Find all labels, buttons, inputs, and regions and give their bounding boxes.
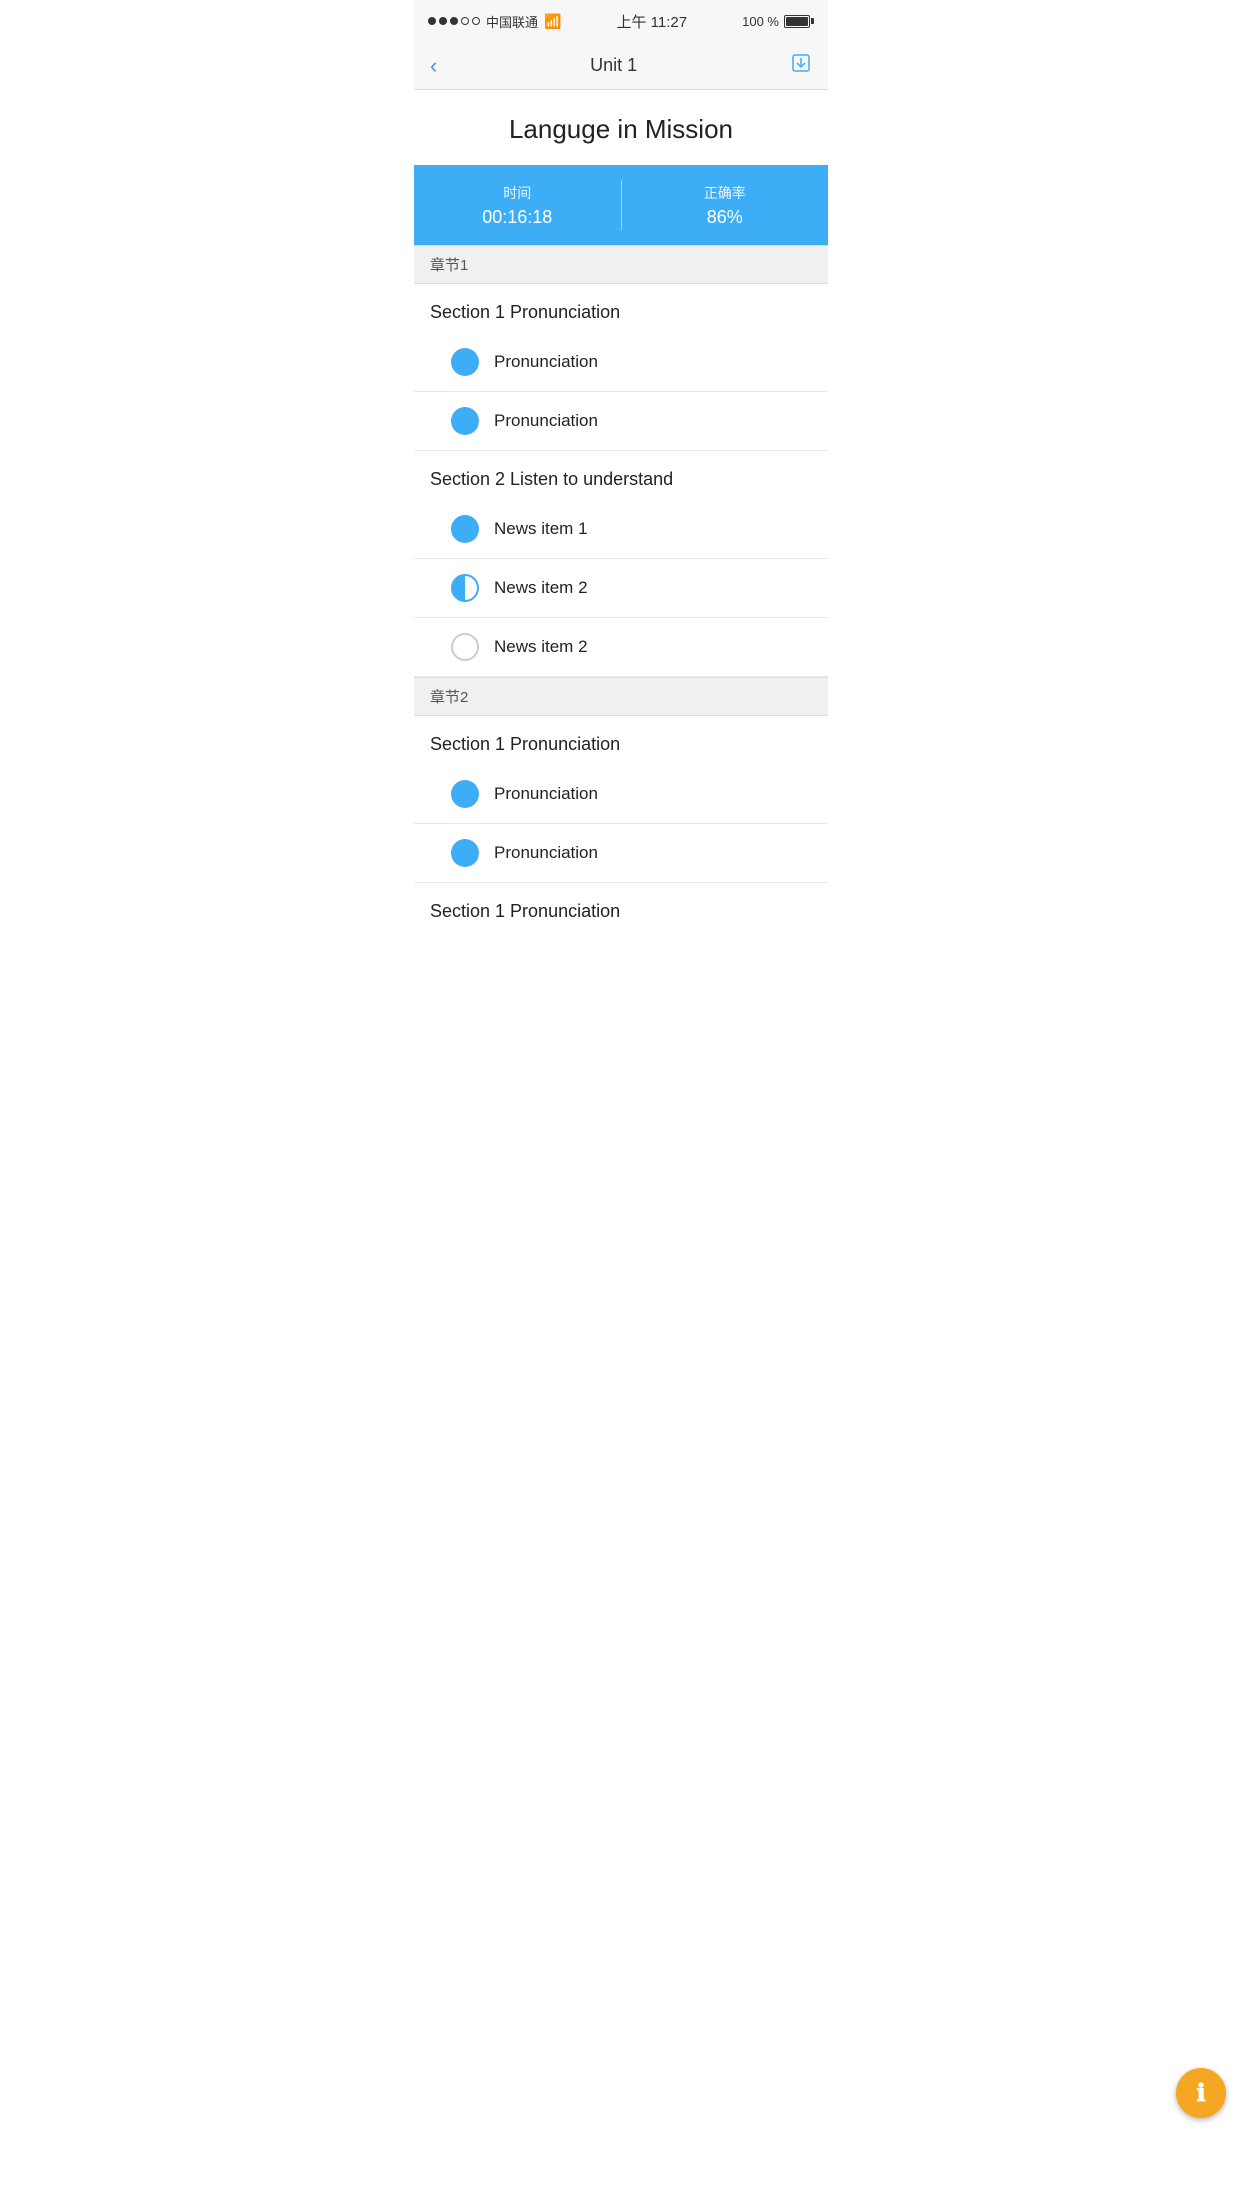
content-area: 章节1Section 1 PronunciationPronunciationP… <box>414 245 828 932</box>
item-icon-ch1-s1-i1 <box>450 347 480 377</box>
item-label: News item 2 <box>494 578 588 598</box>
back-button[interactable]: ‹ <box>430 53 437 79</box>
status-left: 中国联通 📶 <box>428 12 561 31</box>
item-label: Pronunciation <box>494 784 598 804</box>
item-label: Pronunciation <box>494 411 598 431</box>
list-item-ch1-s2-i3[interactable]: News item 2 <box>414 618 828 677</box>
list-item-ch2-s1-i1[interactable]: Pronunciation <box>414 765 828 824</box>
signal-dots <box>428 17 480 25</box>
status-bar: 中国联通 📶 上午 11:27 100 % <box>414 0 828 42</box>
wifi-icon: 📶 <box>544 13 561 30</box>
status-right: 100 % <box>742 14 814 29</box>
time-stat-label: 时间 <box>503 183 531 203</box>
list-item-ch1-s1-i2[interactable]: Pronunciation <box>414 392 828 451</box>
battery-fill <box>786 17 808 26</box>
time-stat-value: 00:16:18 <box>482 207 552 228</box>
circle-full-icon <box>451 780 479 808</box>
circle-half-icon <box>451 574 479 602</box>
accuracy-stat: 正确率 86% <box>622 183 829 228</box>
section-title-ch1-s2: Section 2 Listen to understand <box>414 451 828 500</box>
item-label: Pronunciation <box>494 843 598 863</box>
list-item-ch1-s1-i1[interactable]: Pronunciation <box>414 333 828 392</box>
item-icon-ch1-s2-i2 <box>450 573 480 603</box>
stats-bar: 时间 00:16:18 正确率 86% <box>414 165 828 245</box>
signal-dot-3 <box>450 17 458 25</box>
circle-full-icon <box>451 348 479 376</box>
section-title-ch1-s1: Section 1 Pronunciation <box>414 284 828 333</box>
item-label: News item 1 <box>494 519 588 539</box>
battery-percent: 100 % <box>742 14 779 29</box>
signal-dot-2 <box>439 17 447 25</box>
item-icon-ch1-s2-i3 <box>450 632 480 662</box>
page-title: Languge in Mission <box>430 114 812 145</box>
chapter-header-1: 章节1 <box>414 245 828 284</box>
signal-dot-1 <box>428 17 436 25</box>
page-title-container: Languge in Mission <box>414 90 828 165</box>
circle-full-icon <box>451 407 479 435</box>
item-icon-ch2-s1-i2 <box>450 838 480 868</box>
battery-tip <box>811 18 814 24</box>
battery-body <box>784 15 810 28</box>
section-title-ch2-s1: Section 1 Pronunciation <box>414 716 828 765</box>
list-item-ch1-s2-i1[interactable]: News item 1 <box>414 500 828 559</box>
list-item-ch1-s2-i2[interactable]: News item 2 <box>414 559 828 618</box>
nav-bar: ‹ Unit 1 <box>414 42 828 90</box>
item-label: Pronunciation <box>494 352 598 372</box>
download-button[interactable] <box>790 52 812 80</box>
signal-dot-5 <box>472 17 480 25</box>
circle-empty-icon <box>451 633 479 661</box>
signal-dot-4 <box>461 17 469 25</box>
chapter-header-2: 章节2 <box>414 677 828 716</box>
list-item-ch2-s1-i2[interactable]: Pronunciation <box>414 824 828 883</box>
info-button[interactable]: ℹ <box>1176 2068 1226 2118</box>
item-label: News item 2 <box>494 637 588 657</box>
battery-icon <box>784 15 814 28</box>
accuracy-stat-label: 正确率 <box>704 183 746 203</box>
nav-title: Unit 1 <box>590 55 637 76</box>
section-title-ch2-s2: Section 1 Pronunciation <box>414 883 828 932</box>
circle-full-icon <box>451 839 479 867</box>
time-label: 上午 11:27 <box>616 11 687 32</box>
item-icon-ch1-s1-i2 <box>450 406 480 436</box>
time-stat: 时间 00:16:18 <box>414 183 621 228</box>
item-icon-ch2-s1-i1 <box>450 779 480 809</box>
circle-full-icon <box>451 515 479 543</box>
carrier-label: 中国联通 <box>486 12 538 31</box>
item-icon-ch1-s2-i1 <box>450 514 480 544</box>
accuracy-stat-value: 86% <box>707 207 743 228</box>
